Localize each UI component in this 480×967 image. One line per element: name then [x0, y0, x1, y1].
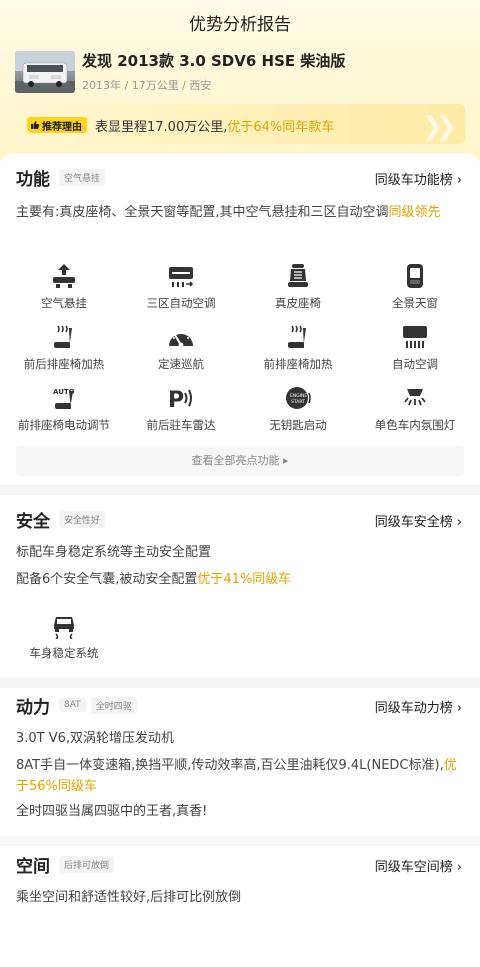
feature-item[interactable]: P 前后驻车雷达 [121, 385, 241, 433]
svg-text:START: START [291, 399, 305, 405]
safety-rank-link[interactable]: 同级车安全榜 › [375, 511, 462, 530]
safety-card: 安全 安全性好 同级车安全榜 › 标配车身稳定系统等主动安全配置 配备6个安全气囊… [0, 495, 480, 678]
feature-item[interactable]: 定速巡航 [121, 324, 241, 372]
safety-title: 安全 [16, 511, 50, 532]
power-tag: 8AT [59, 698, 86, 712]
features-rank-label: 同级车功能榜 [374, 173, 453, 188]
features-card: 功能 空气悬挂 同级车功能榜 › 主要有:真皮座椅、全景天窗等配置,其中空气悬挂和… [0, 153, 480, 485]
stability-control-icon [50, 613, 78, 639]
svg-text:P: P [168, 388, 184, 411]
power-seat-icon: AUTO [50, 385, 78, 411]
panoramic-sunroof-icon [401, 263, 429, 289]
section-divider [0, 678, 480, 688]
leather-seat-icon [284, 263, 312, 289]
space-tag: 后排可放倒 [59, 855, 115, 873]
car-title: 发现 2013款 3.0 SDV6 HSE 柴油版 [82, 52, 346, 70]
recommend-tag-label: 推荐理由 [42, 121, 82, 133]
chevron-right-icon: › [456, 515, 462, 530]
chevron-right-icon: › [456, 701, 462, 716]
safety-tag: 安全性好 [59, 510, 106, 528]
feature-item[interactable]: 真皮座椅 [238, 263, 358, 311]
power-line-2: 8AT手自一体变速箱,换挡平顺,传动效率高,百公里油耗仅9.4L(NEDC标准)… [16, 755, 466, 797]
climate-control-icon [167, 263, 195, 289]
space-title: 空间 [16, 856, 50, 877]
space-header: 空间 后排可放倒 [16, 852, 115, 877]
thumbs-up-icon [31, 121, 40, 129]
features-description: 主要有:真皮座椅、全景天窗等配置,其中空气悬挂和三区自动空调同级领先 [16, 202, 466, 223]
features-title: 功能 [16, 169, 50, 190]
space-rank-label: 同级车空间榜 [374, 860, 453, 875]
air-suspension-icon [50, 263, 78, 289]
feature-label: 三区自动空调 [146, 296, 216, 310]
power-header: 动力 8AT 全时四驱 [16, 693, 137, 718]
section-divider [0, 836, 480, 846]
front-seat-heating-icon [284, 324, 312, 350]
feature-label: 车身稳定系统 [29, 646, 99, 660]
feature-label: 全景天窗 [392, 296, 438, 310]
safety-header: 安全 安全性好 [16, 507, 106, 532]
recommend-reason-banner: 推荐理由 表显里程17.00万公里,优于64%同年款车 ❯❯ [15, 104, 465, 144]
section-divider [0, 485, 480, 495]
power-line-3: 全时四驱当属四驱中的王者,真香! [16, 804, 208, 819]
feature-label: 前后排座椅加热 [23, 357, 105, 371]
power-rank-label: 同级车动力榜 [374, 701, 453, 716]
svg-text:ENGINE: ENGINE [290, 393, 307, 399]
feature-label: 自动空调 [392, 357, 438, 371]
safety-line-2-plain: 配备6个安全气囊,被动安全配置 [16, 572, 198, 587]
feature-label: 真皮座椅 [275, 296, 321, 310]
power-card: 动力 8AT 全时四驱 同级车动力榜 › 3.0T V6,双涡轮增压发动机 8AT… [0, 688, 480, 836]
features-tag: 空气悬挂 [59, 168, 106, 186]
feature-item[interactable]: 三区自动空调 [121, 263, 241, 311]
power-line-2-plain: 8AT手自一体变速箱,换挡平顺,传动效率高,百公里油耗仅9.4L(NEDC标准)… [16, 758, 444, 773]
features-header: 功能 空气悬挂 [16, 165, 106, 190]
features-desc-plain: 主要有:真皮座椅、全景天窗等配置,其中空气悬挂和三区自动空调 [16, 205, 389, 220]
feature-item[interactable]: 前后排座椅加热 [4, 324, 124, 372]
feature-label: 空气悬挂 [41, 296, 87, 310]
feature-label: 单色车内氛围灯 [374, 418, 456, 432]
recommend-tag: 推荐理由 [27, 117, 87, 133]
features-desc-highlight: 同级领先 [388, 205, 441, 220]
feature-item[interactable]: 自动空调 [355, 324, 475, 372]
car-thumbnail[interactable] [15, 51, 75, 93]
safety-line-1: 标配车身稳定系统等主动安全配置 [16, 545, 212, 560]
power-tag: 全时四驱 [90, 696, 137, 714]
feature-item[interactable]: ENGINE START 无钥匙启动 [238, 385, 358, 433]
parking-radar-icon: P [167, 385, 195, 411]
page-title: 优势分析报告 [189, 15, 291, 35]
ambient-light-icon [401, 385, 429, 411]
feature-label: 前排座椅加热 [263, 357, 333, 371]
feature-item[interactable]: AUTO 前排座椅电动调节 [4, 385, 124, 433]
cruise-control-icon [167, 324, 195, 350]
feature-label: 无钥匙启动 [269, 418, 327, 432]
feature-item[interactable]: 车身稳定系统 [4, 613, 124, 661]
power-rank-link[interactable]: 同级车动力榜 › [375, 697, 462, 716]
car-meta: 2013年 / 17万公里 / 西安 [82, 79, 212, 92]
features-rank-link[interactable]: 同级车功能榜 › [375, 169, 462, 188]
power-line-1: 3.0T V6,双涡轮增压发动机 [16, 731, 175, 746]
space-rank-link[interactable]: 同级车空间榜 › [375, 856, 462, 875]
feature-label: 定速巡航 [158, 357, 204, 371]
power-title: 动力 [16, 697, 50, 718]
auto-ac-icon [401, 324, 429, 350]
view-all-features-button[interactable]: 查看全部亮点功能 ▸ [16, 446, 464, 476]
feature-label: 前排座椅电动调节 [18, 418, 110, 432]
feature-item[interactable]: 单色车内氛围灯 [355, 385, 475, 433]
seat-heating-icon [50, 324, 78, 350]
recommend-text-plain: 表显里程17.00万公里, [95, 120, 228, 135]
space-card: 空间 后排可放倒 同级车空间榜 › 乘坐空间和舒适性较好,后排可比例放倒 [0, 846, 480, 967]
feature-item[interactable]: 全景天窗 [355, 263, 475, 311]
feature-item[interactable]: 前排座椅加热 [238, 324, 358, 372]
chevron-right-icon: › [456, 860, 462, 875]
safety-line-2: 配备6个安全气囊,被动安全配置优于41%同级车 [16, 569, 466, 590]
chevron-right-icon: › [456, 173, 462, 188]
recommend-text-highlight: 优于64%同年款车 [227, 120, 335, 135]
feature-item[interactable]: 空气悬挂 [4, 263, 124, 311]
chevron-decoration-icon: ❯❯ [421, 112, 456, 142]
safety-line-2-highlight: 优于41%同级车 [197, 572, 292, 587]
safety-rank-label: 同级车安全榜 [374, 515, 453, 530]
keyless-start-icon: ENGINE START [284, 385, 312, 411]
feature-label: 前后驻车雷达 [146, 418, 216, 432]
recommend-text: 表显里程17.00万公里,优于64%同年款车 [95, 116, 334, 135]
space-line-1: 乘坐空间和舒适性较好,后排可比例放倒 [16, 890, 242, 905]
